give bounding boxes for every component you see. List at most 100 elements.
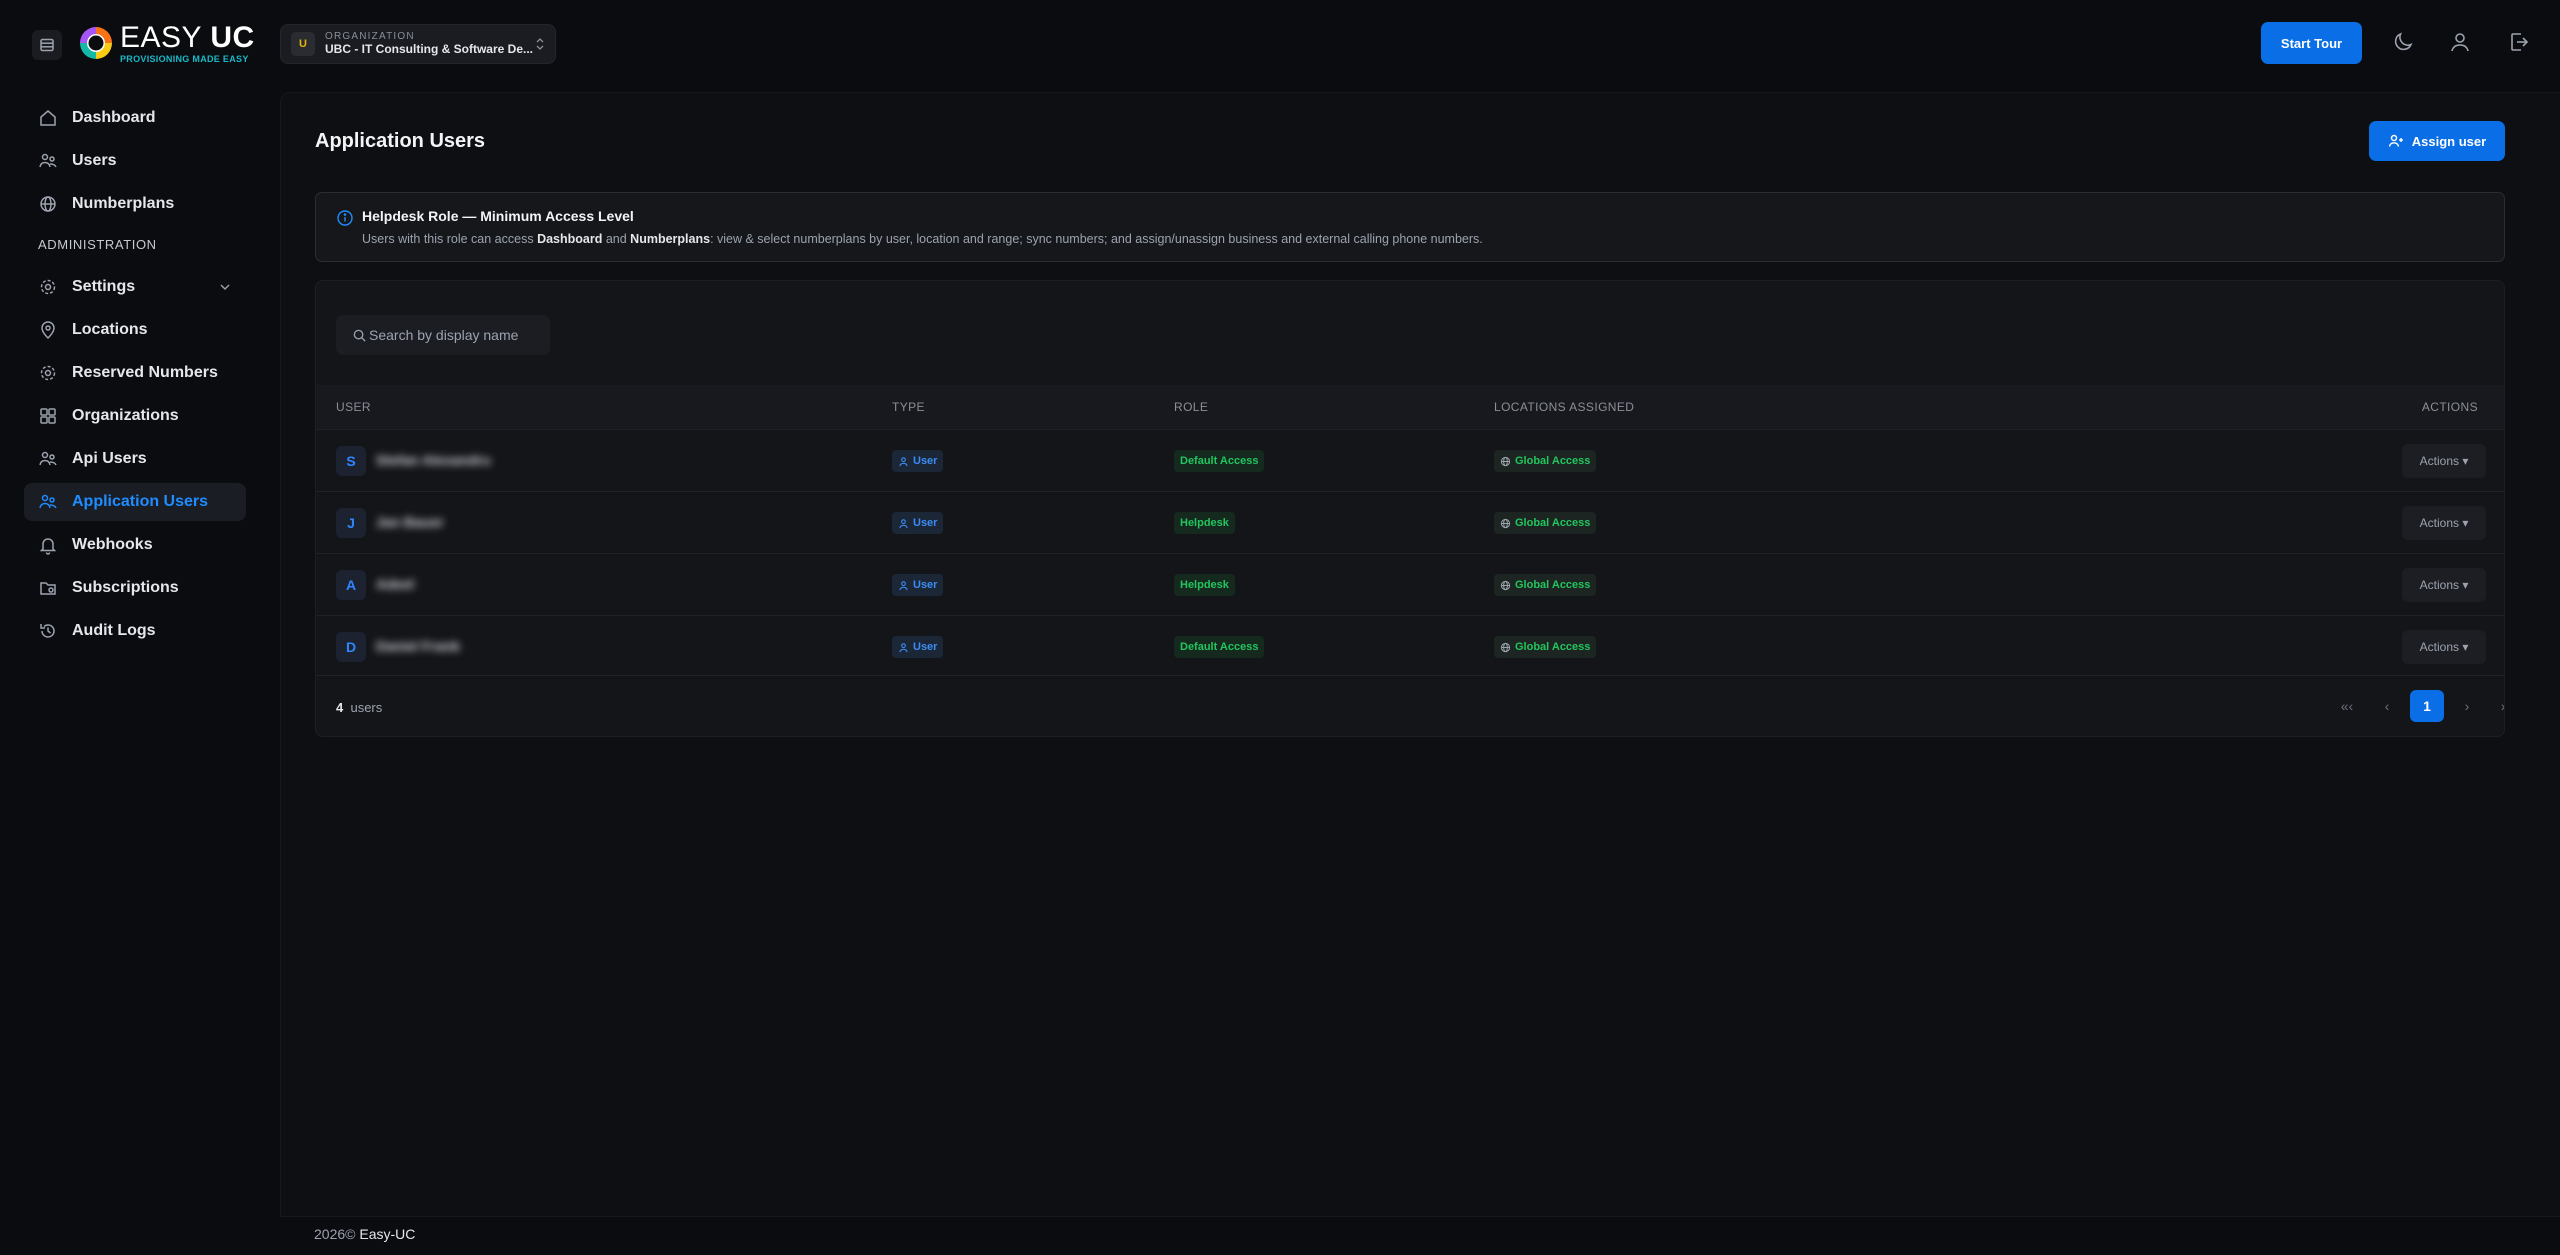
globe-icon [1500, 642, 1511, 652]
logo-title: EASY UC [120, 20, 255, 54]
gear-icon [38, 277, 58, 297]
sidebar-item-organizations[interactable]: Organizations [24, 397, 246, 435]
row-actions-button[interactable]: Actions ▾ [2402, 568, 2486, 602]
avatar: A [336, 570, 366, 600]
sidebar-section-label: ADMINISTRATION [38, 237, 157, 252]
table-row: D Daniel Frank User Default Access Globa… [316, 615, 2504, 677]
user-display-name: Adeel [376, 576, 415, 592]
sidebar-item-subscriptions[interactable]: Subscriptions [24, 569, 246, 607]
footer: 2026© Easy-UC [314, 1226, 416, 1242]
helpdesk-info-alert: Helpdesk Role — Minimum Access Level Use… [315, 192, 2505, 262]
search-icon [353, 329, 366, 342]
table-row: S Stefan Alexandru User Default Access G… [316, 429, 2504, 491]
role-badge: Helpdesk [1174, 574, 1235, 596]
table-footer: 4 users «‹ ‹ 1 › ›» [316, 675, 2504, 736]
sidebar-item-numberplans[interactable]: Numberplans [24, 185, 246, 223]
sidebar-item-label: Api Users [72, 450, 147, 467]
column-header-locations: LOCATIONS ASSIGNED [1494, 400, 1635, 414]
user-icon [899, 518, 908, 528]
footer-divider [280, 1216, 2560, 1217]
sidebar-item-audit-logs[interactable]: Audit Logs [24, 612, 246, 650]
org-name: UBC - IT Consulting & Software De... [325, 41, 534, 56]
search-input[interactable] [369, 327, 549, 343]
type-badge: User [892, 512, 944, 534]
users-icon [38, 449, 58, 469]
previous-page-button[interactable]: ‹ [2370, 690, 2404, 722]
user-icon [899, 580, 908, 590]
last-page-button[interactable]: ›» [2490, 690, 2504, 722]
avatar: D [336, 632, 366, 662]
users-icon [38, 151, 58, 171]
grid-icon [38, 406, 58, 426]
sidebar-item-api-users[interactable]: Api Users [24, 440, 246, 478]
user-plus-icon [2388, 134, 2403, 147]
page-title: Application Users [315, 130, 486, 152]
sidebar-item-label: Application Users [72, 493, 209, 510]
bell-icon [38, 535, 58, 555]
gear-icon [38, 363, 58, 383]
role-badge: Helpdesk [1174, 512, 1235, 534]
users-icon [38, 492, 58, 512]
sidebar: Dashboard Users Numberplans ADMINISTRATI… [0, 86, 270, 1255]
home-icon [38, 108, 58, 128]
moon-icon[interactable] [2391, 30, 2415, 54]
user-display-name: Stefan Alexandru [376, 452, 491, 468]
globe-icon [1500, 456, 1511, 466]
role-badge: Default Access [1174, 636, 1265, 658]
assign-user-button[interactable]: Assign user [2369, 121, 2505, 161]
sidebar-item-label: Webhooks [72, 536, 153, 553]
users-table-card: USER TYPE ROLE LOCATIONS ASSIGNED ACTION… [315, 280, 2505, 737]
sidebar-item-dashboard[interactable]: Dashboard [24, 99, 246, 137]
globe-icon [1500, 580, 1511, 590]
organization-switcher[interactable]: U ORGANIZATION UBC - IT Consulting & Sof… [280, 24, 556, 64]
info-title: Helpdesk Role — Minimum Access Level [362, 208, 634, 224]
history-icon [38, 621, 58, 641]
sidebar-item-label: Locations [72, 321, 148, 338]
globe-icon [38, 194, 58, 214]
chevron-updown-icon [536, 38, 544, 50]
user-count: 4 users [336, 700, 383, 715]
page-1-button[interactable]: 1 [2410, 690, 2444, 722]
location-badge: Global Access [1494, 512, 1597, 534]
row-actions-button[interactable]: Actions ▾ [2402, 630, 2486, 664]
user-icon[interactable] [2448, 30, 2472, 54]
column-header-type: TYPE [892, 400, 925, 414]
start-tour-button[interactable]: Start Tour [2261, 22, 2362, 64]
org-avatar: U [291, 32, 315, 56]
location-badge: Global Access [1494, 574, 1597, 596]
assign-user-label: Assign user [2411, 133, 2487, 149]
sidebar-item-label: Dashboard [72, 109, 156, 126]
sidebar-item-users[interactable]: Users [24, 142, 246, 180]
sidebar-item-application-users[interactable]: Application Users [24, 483, 246, 521]
sidebar-item-label: Audit Logs [72, 622, 156, 639]
logo-tagline: PROVISIONING MADE EASY [120, 53, 249, 64]
user-icon [899, 642, 908, 652]
next-page-button[interactable]: › [2450, 690, 2484, 722]
menu-icon[interactable] [32, 30, 62, 60]
sidebar-item-label: Users [72, 152, 117, 169]
first-page-button[interactable]: «‹ [2330, 690, 2364, 722]
table-row: A Adeel User Helpdesk Global Access Acti… [316, 553, 2504, 615]
sidebar-item-reserved-numbers[interactable]: Reserved Numbers [24, 354, 246, 392]
sidebar-item-webhooks[interactable]: Webhooks [24, 526, 246, 564]
location-badge: Global Access [1494, 450, 1597, 472]
top-bar: EASY UC PROVISIONING MADE EASY U ORGANIZ… [0, 0, 2560, 86]
logo[interactable]: EASY UC PROVISIONING MADE EASY [76, 22, 255, 64]
sidebar-item-locations[interactable]: Locations [24, 311, 246, 349]
logout-icon[interactable] [2507, 30, 2531, 54]
info-icon [337, 210, 353, 226]
column-header-role: ROLE [1174, 400, 1209, 414]
search-box[interactable] [336, 315, 550, 355]
user-icon [899, 456, 908, 466]
sidebar-item-label: Organizations [72, 407, 179, 424]
user-display-name: Jan Bauer [376, 514, 444, 530]
main-content: Application Users Assign user Helpdesk R… [280, 92, 2560, 1216]
globe-icon [1500, 518, 1511, 528]
role-badge: Default Access [1174, 450, 1265, 472]
column-header-user: USER [336, 400, 371, 414]
row-actions-button[interactable]: Actions ▾ [2402, 444, 2486, 478]
type-badge: User [892, 450, 944, 472]
sidebar-item-settings[interactable]: Settings [24, 268, 246, 306]
map-pin-icon [38, 320, 58, 340]
row-actions-button[interactable]: Actions ▾ [2402, 506, 2486, 540]
